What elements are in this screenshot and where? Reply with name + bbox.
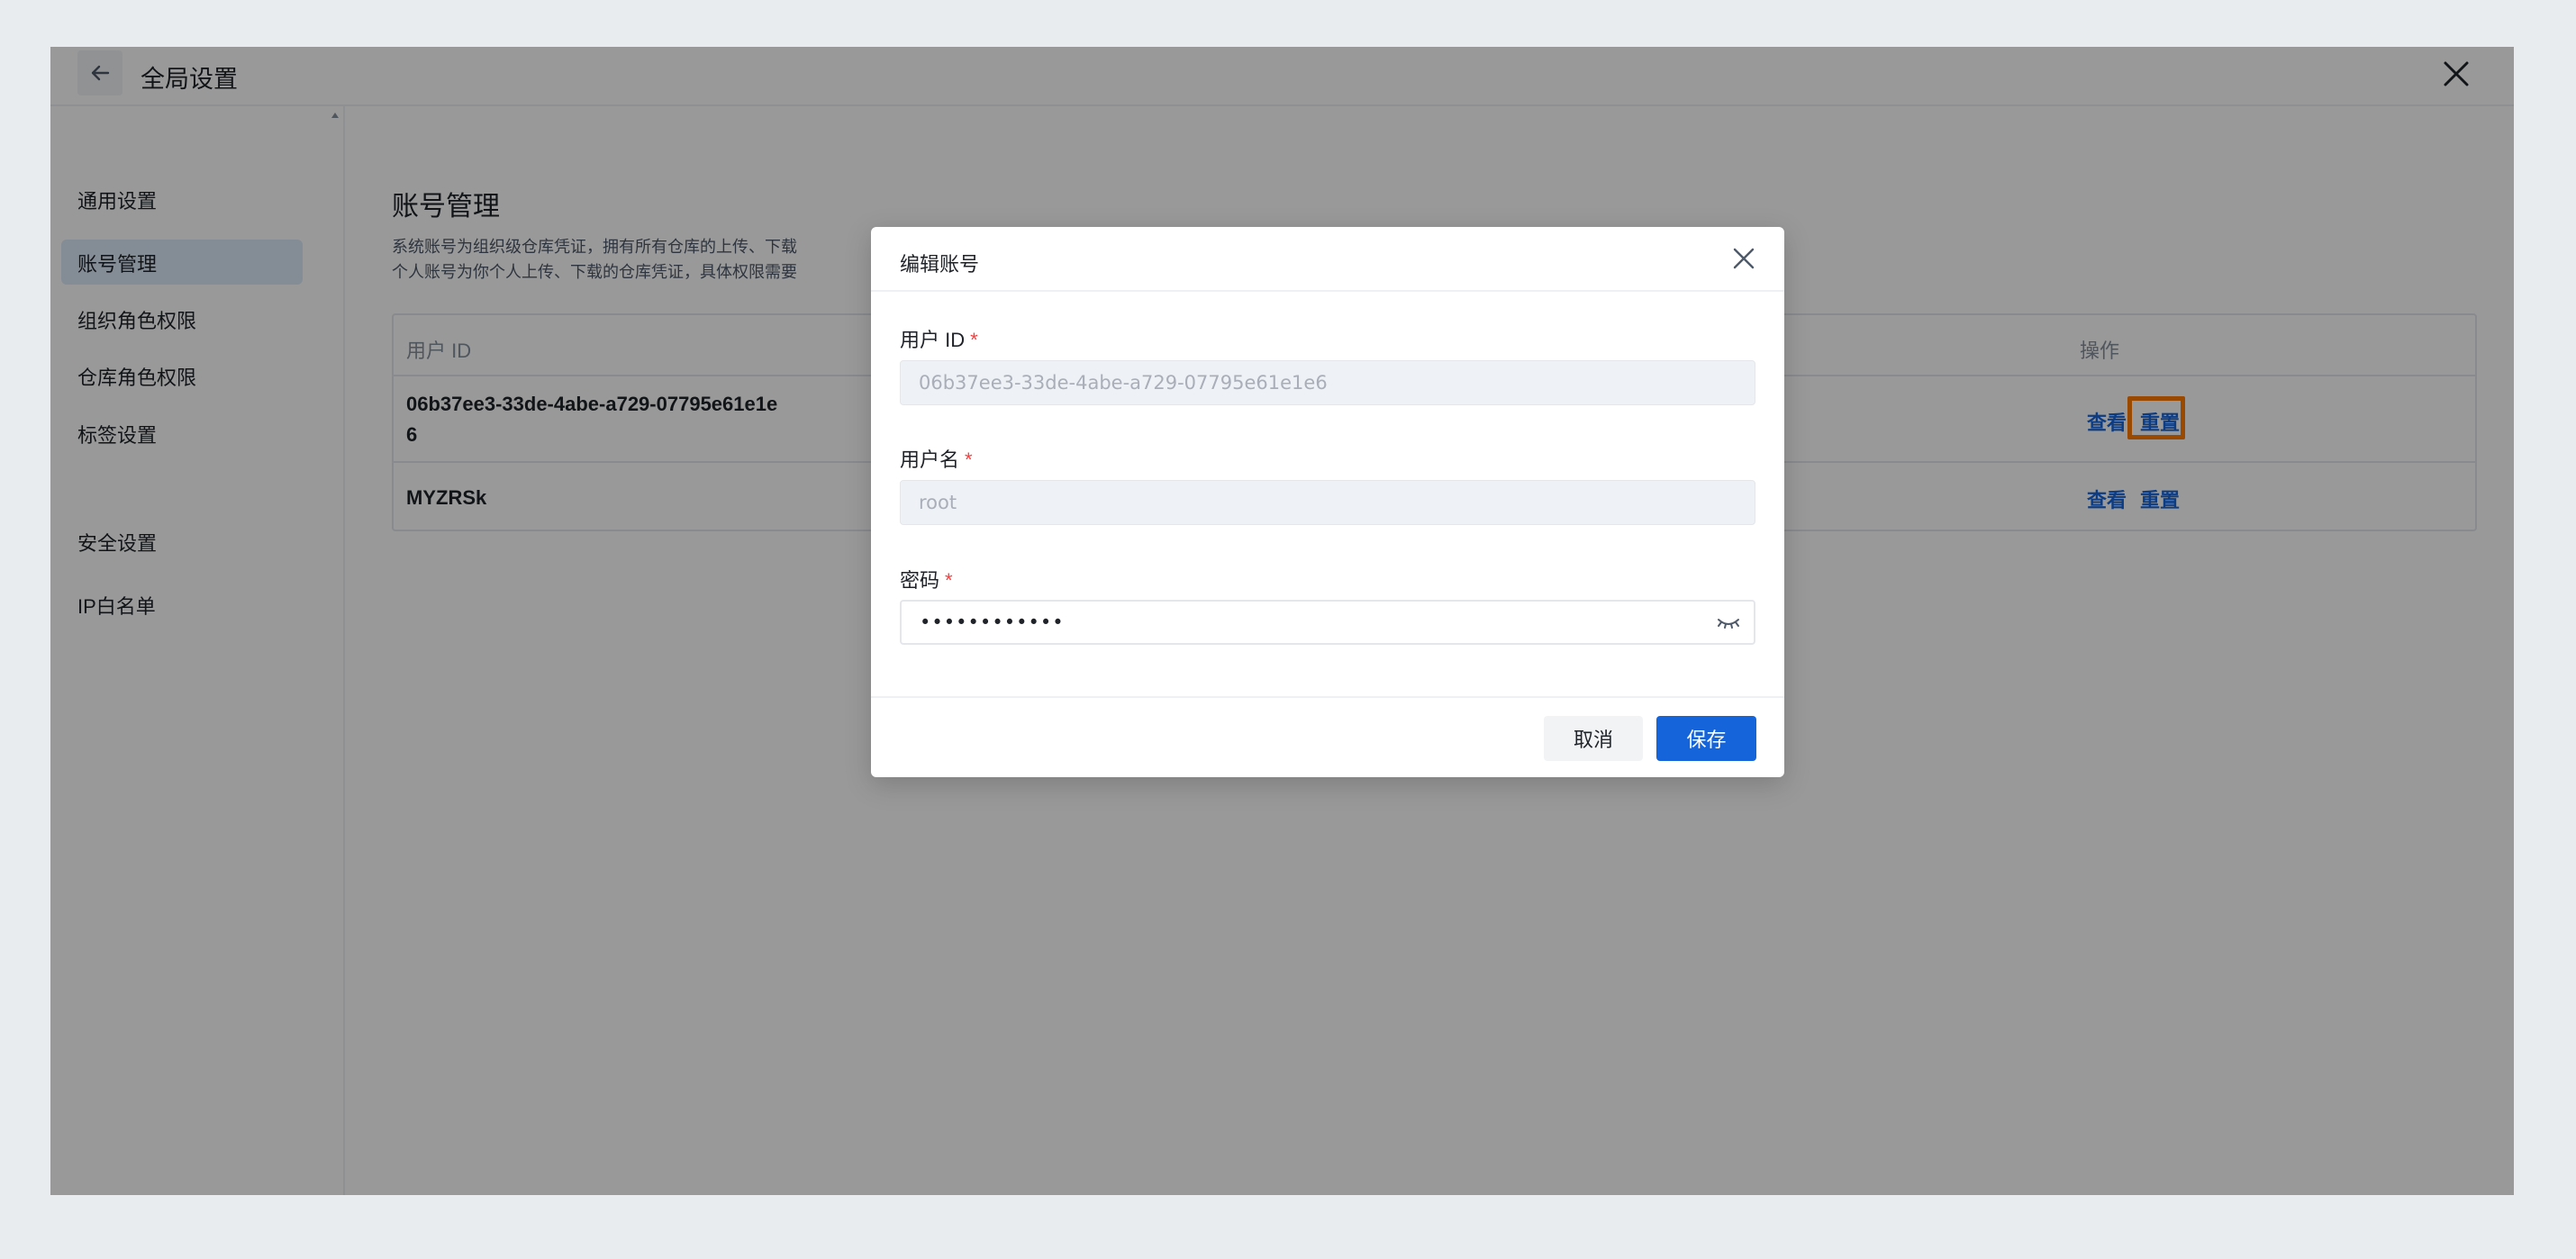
username-label: 用户名 * [900,444,973,473]
required-mark: * [965,448,973,471]
eye-closed-icon[interactable] [1716,612,1741,634]
user-id-label: 用户 ID * [900,324,978,353]
user-id-label-text: 用户 ID [900,329,966,351]
user-id-field: 06b37ee3-33de-4abe-a729-07795e61e1e6 [900,360,1755,405]
username-label-text: 用户名 [900,448,960,471]
password-label: 密码 * [900,565,953,593]
required-mark: * [945,569,953,592]
required-mark: * [970,329,978,351]
modal-close-icon[interactable] [1730,245,1757,272]
username-field: root [900,480,1755,525]
app-window: 全局设置 通用设置 账号管理 组织角色权限 仓库角色权限 标签设置 安全设置 I… [50,47,2514,1195]
save-button[interactable]: 保存 [1656,716,1756,761]
password-label-text: 密码 [900,569,940,592]
modal-title: 编辑账号 [900,253,980,276]
cancel-button[interactable]: 取消 [1544,716,1643,761]
password-field[interactable]: •••••••••••• [900,600,1755,645]
password-value: •••••••••••• [920,611,1065,633]
modal-footer: 取消 保存 [871,696,1784,777]
edit-account-modal: 编辑账号 用户 ID * 06b37ee3-33de-4abe-a729-0779… [871,227,1784,777]
modal-header: 编辑账号 [871,227,1784,292]
